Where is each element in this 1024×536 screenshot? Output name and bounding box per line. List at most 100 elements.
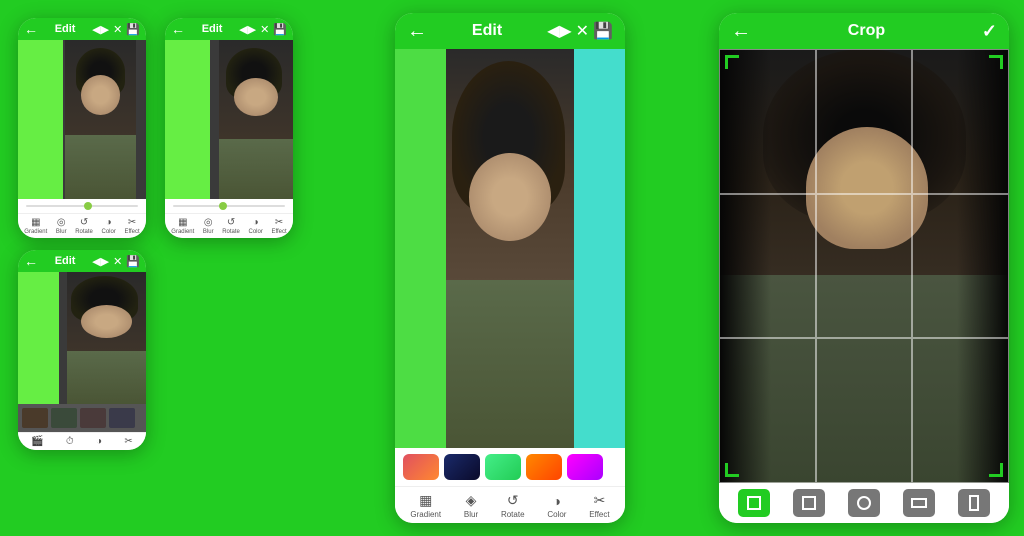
sm1-title: Edit (55, 23, 76, 35)
sm1-expand-icon[interactable]: ✕ (113, 23, 122, 36)
crop-tool-square[interactable] (793, 489, 825, 517)
swatch-4[interactable] (526, 454, 562, 480)
sm1-tool-effect[interactable]: ✂ Effect (124, 217, 139, 235)
crop-cell-5 (816, 194, 913, 339)
sm1-tool-color[interactable]: ◑ Color (102, 217, 116, 235)
crop-handle-bl[interactable] (725, 463, 739, 477)
lg-gradient-label: Gradient (410, 510, 441, 519)
swatch-5[interactable] (567, 454, 603, 480)
sm3-thumb-1[interactable] (22, 408, 48, 428)
lg-portrait (446, 49, 575, 448)
sm1-tool-blur[interactable]: ◎ Blur (56, 217, 67, 235)
crop-handle-tl[interactable] (725, 55, 739, 69)
sm3-expand-icon[interactable]: ✕ (113, 255, 122, 268)
sm1-save-icon[interactable]: 💾 (126, 23, 140, 36)
crop-handle-tr[interactable] (989, 55, 1003, 69)
lg-gradient-icon: ▦ (419, 492, 432, 509)
crop-cell-2 (816, 49, 913, 194)
sm2-gradient-icon: ▦ (178, 217, 187, 228)
phone-sm3: ← Edit ◀▶ ✕ 💾 🎬 ⏱ ◑ (18, 250, 146, 450)
sm2-tool-effect[interactable]: ✂ Effect (271, 217, 286, 235)
lg-mirror-icon[interactable]: ◀▶ (547, 21, 572, 41)
lg-image-area (395, 49, 625, 448)
lg-blur-icon: ◈ (466, 492, 477, 509)
swatch-1[interactable] (403, 454, 439, 480)
lg-back-arrow[interactable]: ← (407, 20, 427, 43)
sm2-gradient-label: Gradient (171, 229, 194, 235)
crop-grid-overlay (719, 49, 1009, 483)
lg-tool-rotate[interactable]: ↺ Rotate (501, 492, 525, 519)
sm2-blur-icon: ◎ (204, 217, 213, 228)
sm3-color-icon: ◑ (96, 436, 102, 447)
sm2-back-arrow[interactable]: ← (171, 21, 185, 37)
sm2-header-icons: ◀▶ ✕ 💾 (239, 23, 287, 36)
sm1-gradient-icon: ▦ (31, 217, 40, 228)
sm2-tool-gradient[interactable]: ▦ Gradient (171, 217, 194, 235)
crop-cell-4 (719, 194, 816, 339)
sm1-header: ← Edit ◀▶ ✕ 💾 (18, 18, 146, 40)
sm3-thumb-2[interactable] (51, 408, 77, 428)
sm3-effect-icon: ✂ (124, 436, 132, 447)
sm1-blur-icon: ◎ (57, 217, 66, 228)
crop-cell-8 (816, 338, 913, 483)
crop-handle-br[interactable] (989, 463, 1003, 477)
sm2-tool-rotate[interactable]: ↺ Rotate (222, 217, 240, 235)
crop-back-arrow[interactable]: ← (731, 20, 751, 43)
sm3-mirror-icon[interactable]: ◀▶ (92, 255, 109, 268)
crop-header: ← Crop ✓ (719, 13, 1009, 49)
sm1-tool-gradient[interactable]: ▦ Gradient (24, 217, 47, 235)
sm3-save-icon[interactable]: 💾 (126, 255, 140, 268)
sm1-gradient-label: Gradient (24, 229, 47, 235)
sm1-tool-rotate[interactable]: ↺ Rotate (75, 217, 93, 235)
crop-tool-circle[interactable] (848, 489, 880, 517)
sm2-expand-icon[interactable]: ✕ (260, 23, 269, 36)
sm1-image-area (18, 40, 146, 199)
sm2-header: ← Edit ◀▶ ✕ 💾 (165, 18, 293, 40)
crop-bottom-tools (719, 483, 1009, 523)
lg-tool-blur[interactable]: ◈ Blur (464, 492, 478, 519)
sm2-slider[interactable] (165, 199, 293, 213)
sm2-toolbar: ▦ Gradient ◎ Blur ↺ Rotate ◑ Color ✂ Eff… (165, 213, 293, 238)
sm3-tool-color[interactable]: ◑ (96, 436, 102, 447)
crop-tool-16-9[interactable] (903, 489, 935, 517)
crop-cell-6 (912, 194, 1009, 339)
lg-header-icons: ◀▶ ✕ 💾 (547, 21, 613, 41)
sm1-effect-icon: ✂ (128, 217, 136, 228)
lg-expand-icon[interactable]: ✕ (576, 21, 589, 41)
crop-check-icon[interactable]: ✓ (982, 21, 997, 42)
swatch-3[interactable] (485, 454, 521, 480)
sm3-timer-icon: ⏱ (66, 436, 74, 447)
lg-tool-color[interactable]: ◑ Color (547, 493, 566, 519)
sm3-thumb-4[interactable] (109, 408, 135, 428)
sm1-back-arrow[interactable]: ← (24, 21, 38, 37)
crop-cell-7 (719, 338, 816, 483)
lg-effect-icon: ✂ (594, 492, 606, 509)
lg-tool-effect[interactable]: ✂ Effect (589, 492, 609, 519)
sm3-tool-timer[interactable]: ⏱ (66, 436, 74, 447)
swatch-2[interactable] (444, 454, 480, 480)
lg-tool-gradient[interactable]: ▦ Gradient (410, 492, 441, 519)
sm2-mirror-icon[interactable]: ◀▶ (239, 23, 256, 36)
lg-save-icon[interactable]: 💾 (593, 21, 613, 41)
sm3-header: ← Edit ◀▶ ✕ 💾 (18, 250, 146, 272)
sm1-header-icons: ◀▶ ✕ 💾 (92, 23, 140, 36)
sm1-mirror-icon[interactable]: ◀▶ (92, 23, 109, 36)
crop-tool-freeform[interactable] (738, 489, 770, 517)
sm3-tool-effect[interactable]: ✂ (124, 436, 132, 447)
sm3-back-arrow[interactable]: ← (24, 253, 38, 269)
sm2-tool-color[interactable]: ◑ Color (249, 217, 263, 235)
sm3-video-icon: 🎬 (31, 436, 43, 447)
sm1-rotate-icon: ↺ (80, 217, 88, 228)
lg-blur-label: Blur (464, 510, 478, 519)
sm2-save-icon[interactable]: 💾 (273, 23, 287, 36)
sm2-color-icon: ◑ (253, 217, 259, 228)
sm2-tool-blur[interactable]: ◎ Blur (203, 217, 214, 235)
sm3-tool-video[interactable]: 🎬 (31, 436, 43, 447)
lg-color-swatches (395, 448, 625, 486)
sm1-slider[interactable] (18, 199, 146, 213)
phone-sm1: ← Edit ◀▶ ✕ 💾 ▦ Gradient ◎ Blur (18, 18, 146, 238)
sm1-color-label: Color (102, 229, 116, 235)
sm3-toolbar: 🎬 ⏱ ◑ ✂ (18, 432, 146, 450)
crop-tool-portrait[interactable] (958, 489, 990, 517)
sm3-thumb-3[interactable] (80, 408, 106, 428)
